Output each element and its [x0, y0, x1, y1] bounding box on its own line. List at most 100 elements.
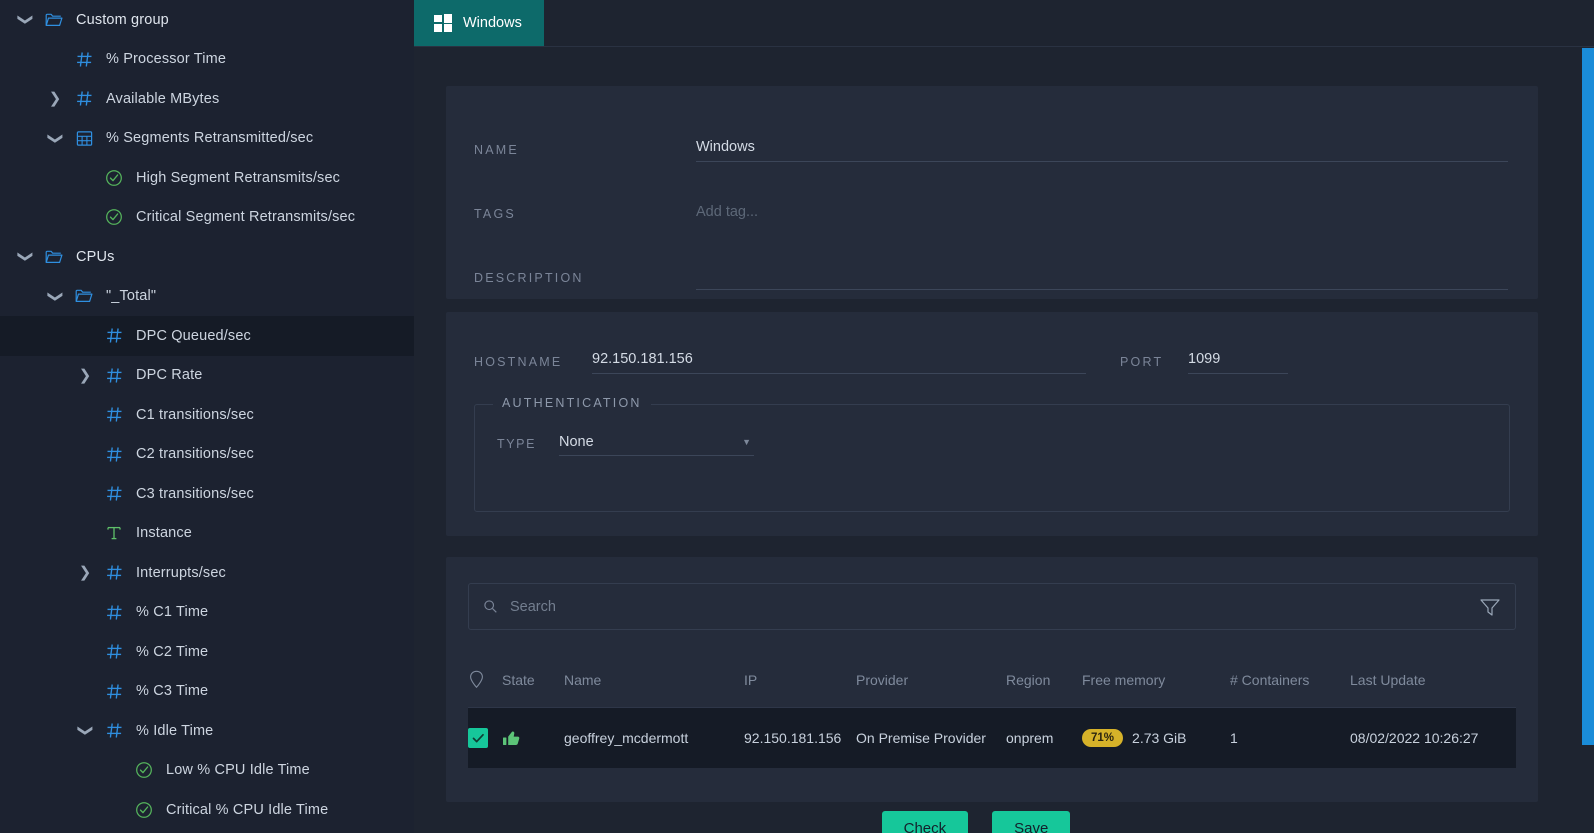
checkbox-checked-icon [468, 728, 488, 748]
tree-item-instance[interactable]: Instance [0, 514, 414, 554]
metrics-tree: ❯ Custom group % Processor Time ❯ Available … [0, 0, 414, 830]
tree-item-label: % C3 Time [136, 683, 209, 700]
select-all-header[interactable] [468, 670, 502, 689]
tree-item-label: Critical % CPU Idle Time [166, 801, 329, 818]
row-region: onprem [1006, 730, 1054, 746]
tab-bar: Windows [414, 0, 1594, 47]
tags-input[interactable]: Add tag... [696, 203, 1508, 226]
hash-icon [100, 683, 128, 700]
tree-item-dpc-rate[interactable]: ❯ DPC Rate [0, 356, 414, 396]
tree-item-critical-segment-retransmits-sec[interactable]: Critical Segment Retransmits/sec [0, 198, 414, 238]
auth-type-field-row: TYPE None ▼ [497, 434, 754, 456]
tree-item-label: % Idle Time [136, 722, 214, 739]
hash-icon [70, 51, 98, 68]
chevron-down-icon[interactable]: ❯ [10, 12, 40, 27]
tree-item-label: High Segment Retransmits/sec [136, 169, 341, 186]
table-icon [70, 130, 98, 147]
chevron-right-icon[interactable]: ❯ [40, 91, 70, 106]
column-header-free-memory[interactable]: Free memory [1082, 672, 1230, 688]
description-input[interactable] [696, 268, 1508, 290]
check-button[interactable]: Check [881, 811, 969, 833]
application-window: ❯ Custom group % Processor Time ❯ Available … [0, 0, 1594, 833]
table-row[interactable]: geoffrey_mcdermott 92.150.181.156 On Pre… [468, 708, 1516, 768]
column-header-state[interactable]: State [502, 672, 564, 688]
name-label: NAME [474, 143, 519, 157]
main-scrollbar-thumb[interactable] [1582, 48, 1594, 745]
action-buttons: Check Save [414, 811, 1538, 833]
tree-item-interrupts-sec[interactable]: ❯ Interrupts/sec [0, 553, 414, 593]
tree-item-available-mbytes[interactable]: ❯ Available MBytes [0, 79, 414, 119]
chevron-down-icon[interactable]: ❯ [10, 249, 40, 264]
tree-item-high-segment-retransmits-sec[interactable]: High Segment Retransmits/sec [0, 158, 414, 198]
tree-item-dpc-queued-sec[interactable]: DPC Queued/sec [0, 316, 414, 356]
main-panel: Windows NAME Windows TAGS Add tag... DES… [414, 0, 1594, 833]
chevron-down-icon: ▼ [742, 437, 751, 447]
tree-item-label: C3 transitions/sec [136, 485, 254, 502]
tree-item-total[interactable]: ❯ "_Total" [0, 277, 414, 317]
tags-label: TAGS [474, 207, 516, 221]
column-header-region[interactable]: Region [1006, 672, 1082, 688]
tree-item-segments-retransmitted-sec[interactable]: ❯ % Segments Retransmitted/sec [0, 119, 414, 159]
memory-free-value: 2.73 GiB [1132, 730, 1187, 746]
description-field-row: DESCRIPTION [474, 268, 1508, 290]
hostname-input[interactable]: 92.150.181.156 [592, 350, 1086, 374]
tree-item-critical-cpu-idle-time[interactable]: Critical % CPU Idle Time [0, 790, 414, 830]
metrics-tree-sidebar: ❯ Custom group % Processor Time ❯ Available … [0, 0, 414, 833]
content-area: NAME Windows TAGS Add tag... DESCRIPTION [414, 47, 1594, 833]
tree-item-label: Instance [136, 525, 193, 542]
chevron-down-icon[interactable]: ❯ [70, 723, 100, 738]
row-checkbox[interactable] [468, 728, 502, 748]
chevron-down-icon[interactable]: ❯ [40, 131, 70, 146]
tree-item-idle-time[interactable]: ❯ % Idle Time [0, 711, 414, 751]
tree-item-c2-time[interactable]: % C2 Time [0, 632, 414, 672]
auth-type-select[interactable]: None ▼ [559, 434, 754, 456]
tree-item-processor-time[interactable]: % Processor Time [0, 40, 414, 80]
sidebar-scrollbar-track[interactable] [394, 0, 403, 833]
tree-item-c1-time[interactable]: % C1 Time [0, 593, 414, 633]
hash-icon [100, 485, 128, 502]
tree-item-c1-transitions-sec[interactable]: C1 transitions/sec [0, 395, 414, 435]
port-input[interactable]: 1099 [1188, 350, 1288, 374]
search-bar: Search [468, 583, 1516, 630]
column-header-containers[interactable]: # Containers [1230, 672, 1350, 688]
tree-item-c3-transitions-sec[interactable]: C3 transitions/sec [0, 474, 414, 514]
chevron-down-icon[interactable]: ❯ [40, 289, 70, 304]
name-input[interactable]: Windows [696, 138, 1508, 162]
tree-item-c2-transitions-sec[interactable]: C2 transitions/sec [0, 435, 414, 475]
memory-usage-badge: 71% [1082, 729, 1124, 747]
tree-item-label: % C2 Time [136, 643, 209, 660]
tree-item-label: Interrupts/sec [136, 564, 226, 581]
chevron-right-icon[interactable]: ❯ [70, 565, 100, 580]
location-pin-icon [470, 670, 483, 689]
tree-item-label: Low % CPU Idle Time [166, 762, 310, 779]
tree-item-low-cpu-idle-time[interactable]: Low % CPU Idle Time [0, 751, 414, 791]
folder-icon [40, 12, 68, 28]
tree-item-c3-time[interactable]: % C3 Time [0, 672, 414, 712]
windows-logo-icon [434, 14, 452, 32]
column-header-last-update[interactable]: Last Update [1350, 672, 1516, 688]
column-header-provider[interactable]: Provider [856, 672, 1006, 688]
tree-item-cpus[interactable]: ❯ CPUs [0, 237, 414, 277]
tree-item-label: Available MBytes [106, 90, 220, 107]
filter-button[interactable] [1479, 597, 1501, 617]
tree-item-label: DPC Queued/sec [136, 327, 251, 344]
save-button[interactable]: Save [992, 811, 1071, 833]
column-header-name[interactable]: Name [564, 672, 744, 688]
tree-item-label: DPC Rate [136, 367, 203, 384]
search-input[interactable]: Search [483, 599, 1479, 615]
connection-card: HOSTNAME 92.150.181.156 PORT 1099 AUTHEN… [446, 312, 1538, 536]
hash-icon [100, 406, 128, 423]
row-name: geoffrey_mcdermott [564, 730, 689, 746]
chevron-right-icon[interactable]: ❯ [70, 368, 100, 383]
tab-windows[interactable]: Windows [414, 0, 544, 46]
tree-item-custom-group[interactable]: ❯ Custom group [0, 0, 414, 40]
auth-type-label: TYPE [497, 437, 537, 451]
hash-icon [100, 604, 128, 621]
column-header-ip[interactable]: IP [744, 672, 856, 688]
check-circle-icon [130, 761, 158, 779]
tags-placeholder: Add tag... [696, 204, 759, 220]
authentication-fieldset: AUTHENTICATION TYPE None ▼ [474, 396, 1510, 512]
authentication-legend: AUTHENTICATION [493, 396, 651, 410]
tree-item-label: % Processor Time [106, 51, 227, 68]
check-circle-icon [130, 801, 158, 819]
